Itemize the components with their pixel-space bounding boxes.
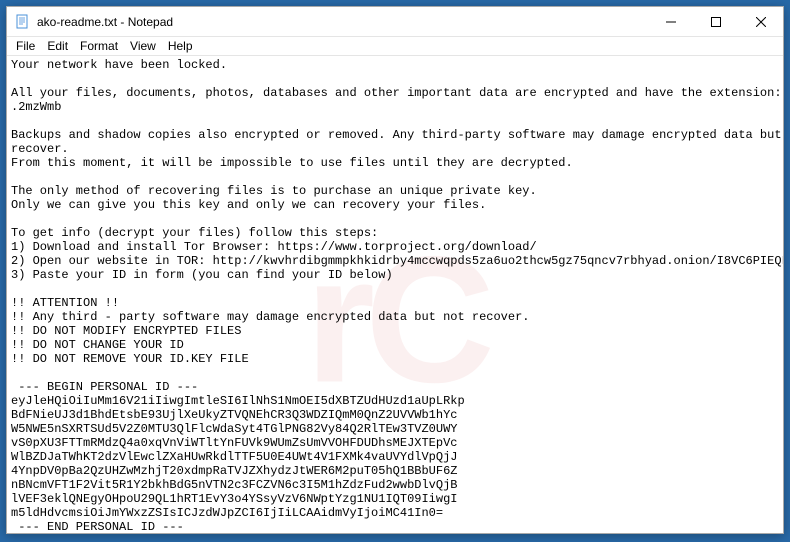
text-line: From this moment, it will be impossible … [11,156,573,170]
text-area[interactable]: Your network have been locked. All your … [7,56,783,533]
menu-edit[interactable]: Edit [42,38,73,54]
text-line: !! DO NOT REMOVE YOUR ID.KEY FILE [11,352,249,366]
text-line: All your files, documents, photos, datab… [11,86,782,100]
menu-file[interactable]: File [11,38,40,54]
text-line: !! DO NOT MODIFY ENCRYPTED FILES [11,324,241,338]
text-line: To get info (decrypt your files) follow … [11,226,378,240]
text-line: m5ldHdvcmsiOiJmYWxzZSIsICJzdWJpZCI6IjIiL… [11,506,443,520]
text-line: Your network have been locked. [11,58,227,72]
text-line: nBNcmVFT1F2Vit5R1Y2bkhBdG5nVTN2c3FCZVN6c… [11,478,457,492]
text-line: 1) Download and install Tor Browser: htt… [11,240,537,254]
text-line: --- END PERSONAL ID --- [11,520,184,533]
text-line: recover. [11,142,69,156]
text-line: Backups and shadow copies also encrypted… [11,128,783,142]
text-line: Only we can give you this key and only w… [11,198,486,212]
text-line: BdFNieUJ3d1BhdEtsbE93UjlXeUkyZTVQNEhCR3Q… [11,408,457,422]
notepad-icon [15,14,31,30]
text-line: vS0pXU3FTTmRMdzQ4a0xqVnViWTltYnFUVk9WUmZ… [11,436,457,450]
editor-content[interactable]: rC Your network have been locked. All yo… [7,56,783,533]
text-line: --- BEGIN PERSONAL ID --- [11,380,198,394]
window-title: ako-readme.txt - Notepad [37,15,648,29]
text-line: WlBZDJaTWhKT2dzVlEwclZXaHUwRkdlTTF5U0E4U… [11,450,457,464]
text-line: W5NWE5nSXRTSUd5V2Z0MTU3QlFlcWdaSyt4TGlPN… [11,422,457,436]
notepad-window: ako-readme.txt - Notepad File Edit Forma… [6,6,784,534]
minimize-button[interactable] [648,7,693,36]
text-line: 3) Paste your ID in form (you can find y… [11,268,393,282]
titlebar[interactable]: ako-readme.txt - Notepad [7,7,783,37]
text-line: !! Any third - party software may damage… [11,310,529,324]
text-line: The only method of recovering files is t… [11,184,537,198]
text-line: eyJleHQiOiIuMm16V21iIiwgImtleSI6IlNhS1Nm… [11,394,465,408]
text-line: !! ATTENTION !! [11,296,119,310]
menu-format[interactable]: Format [75,38,123,54]
menu-view[interactable]: View [125,38,161,54]
text-line: .2mzWmb [11,100,61,114]
menu-help[interactable]: Help [163,38,198,54]
menubar: File Edit Format View Help [7,37,783,56]
text-line: 2) Open our website in TOR: http://kwvhr… [11,254,783,268]
maximize-button[interactable] [693,7,738,36]
text-line: !! DO NOT CHANGE YOUR ID [11,338,184,352]
window-controls [648,7,783,36]
close-button[interactable] [738,7,783,36]
text-line: 4YnpDV0pBa2QzUHZwMzhjT20xdmpRaTVJZXhydzJ… [11,464,457,478]
text-line: lVEF3eklQNEgyOHpoU29QL1hRT1EvY3o4YSsyVzV… [11,492,457,506]
